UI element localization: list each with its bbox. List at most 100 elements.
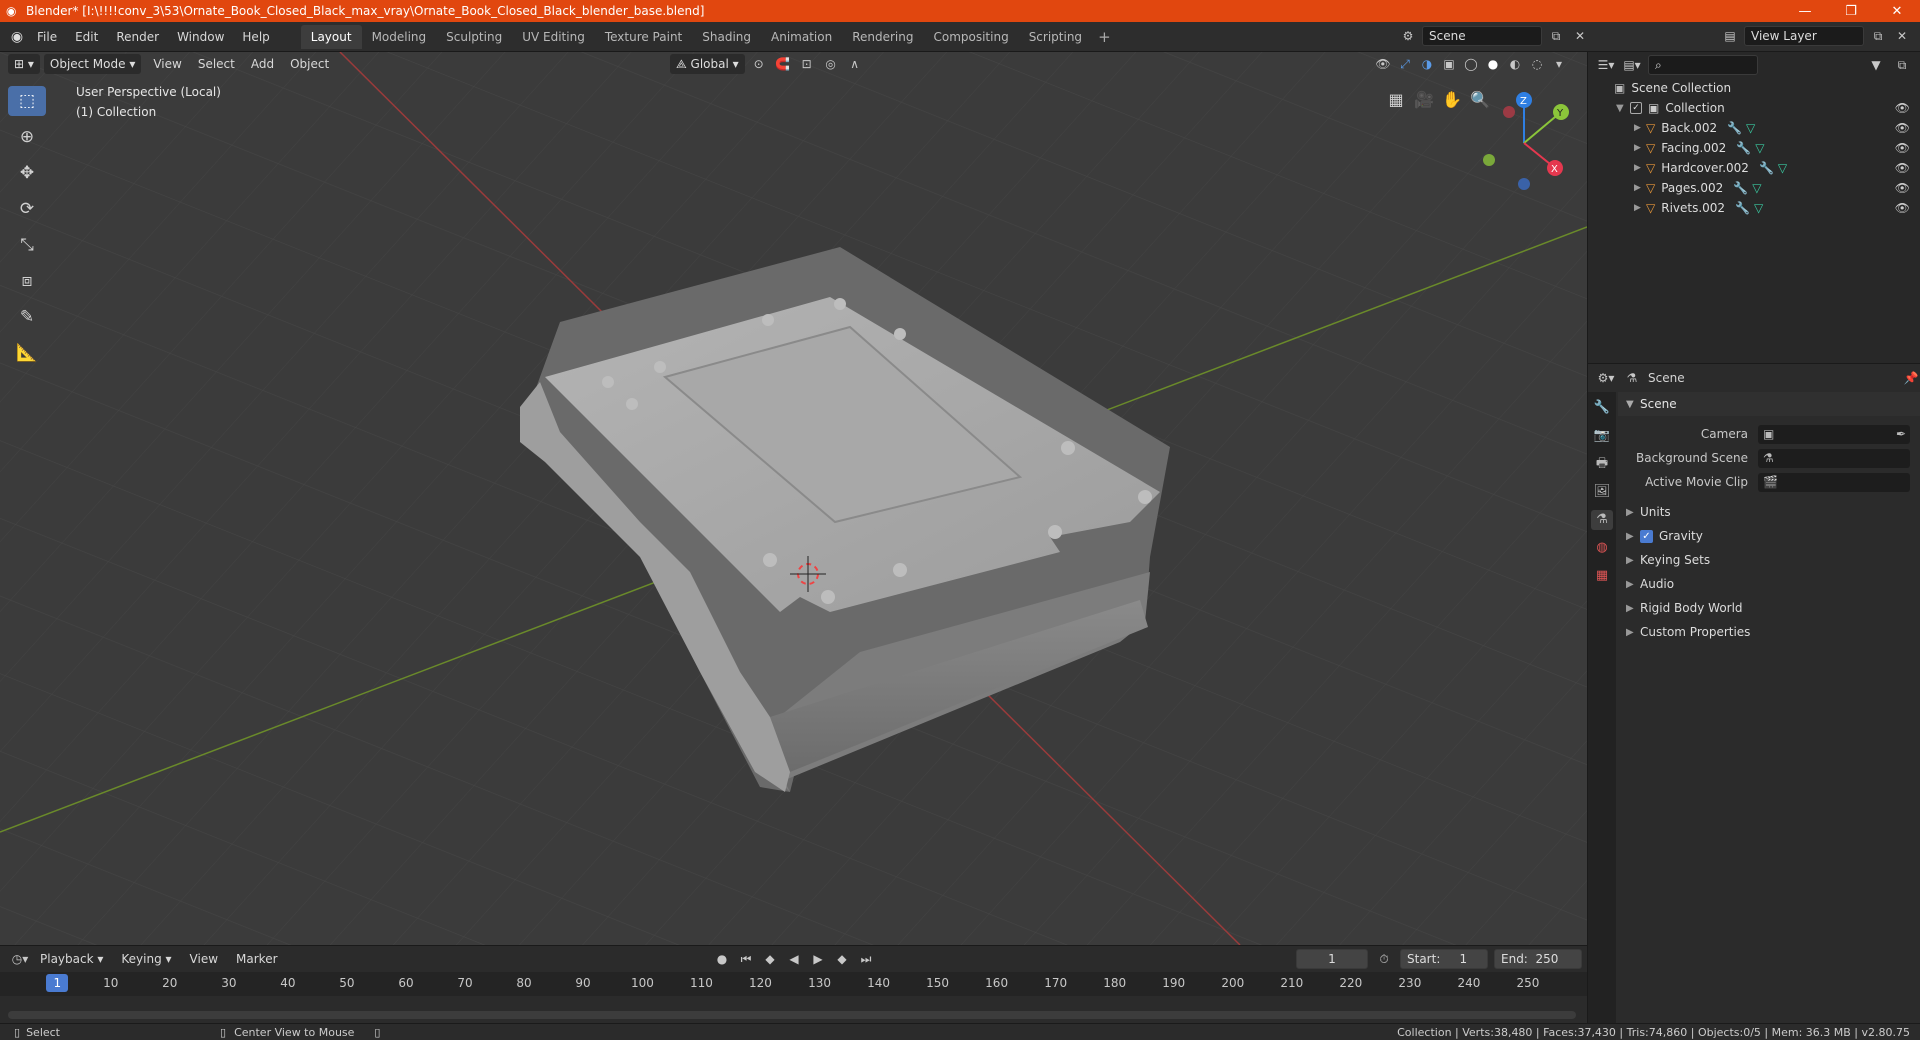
units-panel[interactable]: ▶ Units (1618, 500, 1920, 524)
eye-icon[interactable]: 👁 (1895, 181, 1910, 195)
mesh-data-icon[interactable]: ▽ (1752, 181, 1761, 195)
camera-view-icon[interactable]: 🎥 (1410, 86, 1438, 114)
editor-type-button[interactable]: ⊞ ▾ (8, 54, 40, 74)
timeline-menu-keying[interactable]: Keying ▾ (113, 952, 179, 966)
mesh-data-icon[interactable]: ▽ (1755, 141, 1764, 155)
outliner-search-input[interactable]: ⌕ (1648, 55, 1758, 75)
timeline-scrollbar[interactable] (8, 1011, 1576, 1019)
transform-tool-icon[interactable]: ⧈ (8, 266, 46, 296)
menu-help[interactable]: Help (233, 30, 278, 44)
outliner-object[interactable]: ▶ ▽ Hardcover.002 🔧 ▽ 👁 (1588, 158, 1920, 178)
menu-file[interactable]: File (28, 30, 66, 44)
outliner-object[interactable]: ▶ ▽ Facing.002 🔧 ▽ 👁 (1588, 138, 1920, 158)
next-keyframe-icon[interactable]: ◆ (832, 949, 852, 969)
eye-icon[interactable]: 👁 (1895, 141, 1910, 155)
menu-render[interactable]: Render (107, 30, 168, 44)
maximize-button[interactable]: ❐ (1828, 0, 1874, 22)
eye-icon[interactable]: 👁 (1895, 161, 1910, 175)
new-scene-icon[interactable]: ⧉ (1546, 26, 1566, 46)
record-icon[interactable]: ● (712, 949, 732, 969)
annotate-tool-icon[interactable]: ✎ (8, 302, 46, 332)
modifier-icon[interactable]: 🔧 (1733, 181, 1748, 195)
view-layer-tab-icon[interactable]: 🖼 (1591, 482, 1613, 502)
cursor-tool-icon[interactable]: ⊕ (8, 122, 46, 152)
custom-properties-panel[interactable]: ▶ Custom Properties (1618, 620, 1920, 644)
menu-window[interactable]: Window (168, 30, 233, 44)
jump-end-icon[interactable]: ⏭ (856, 949, 876, 969)
world-tab-icon[interactable]: ◍ (1591, 538, 1613, 558)
play-icon[interactable]: ▶ (808, 949, 828, 969)
render-tab-icon[interactable]: 📷 (1591, 426, 1613, 446)
start-frame-field[interactable]: Start: 1 (1400, 949, 1488, 969)
3d-viewport[interactable]: ⊞ ▾ Object Mode ▾ View Select Add Object… (0, 52, 1587, 945)
delete-scene-icon[interactable]: ✕ (1570, 26, 1590, 46)
scale-tool-icon[interactable]: ⤡ (8, 230, 46, 260)
play-reverse-icon[interactable]: ◀ (784, 949, 804, 969)
move-tool-icon[interactable]: ✥ (8, 158, 46, 188)
timer-icon[interactable]: ⏱ (1374, 949, 1394, 969)
outliner-collection[interactable]: ▼ ✓ ▣ Collection 👁 (1588, 98, 1920, 118)
outliner-object[interactable]: ▶ ▽ Rivets.002 🔧 ▽ 👁 (1588, 198, 1920, 218)
timeline-ruler[interactable]: 1 10 20 30 40 50 60 70 80 90 100 110 120 130 140 150 160… (0, 972, 1587, 996)
expand-icon[interactable]: ▶ (1634, 163, 1646, 173)
properties-editor-icon[interactable]: ⚙▾ (1596, 368, 1616, 388)
keying-sets-panel[interactable]: ▶ Keying Sets (1618, 548, 1920, 572)
modifier-icon[interactable]: 🔧 (1736, 141, 1751, 155)
expand-icon[interactable]: ▶ (1634, 183, 1646, 193)
eye-icon[interactable]: 👁 (1895, 121, 1910, 135)
modifier-icon[interactable]: 🔧 (1759, 161, 1774, 175)
outliner-editor-icon[interactable]: ☰▾ (1596, 55, 1616, 75)
camera-field[interactable]: ▣ ✒ (1758, 424, 1910, 444)
view-layer-field[interactable]: View Layer (1744, 26, 1864, 46)
toggle-perspective-icon[interactable]: ▦ (1382, 86, 1410, 114)
display-mode-icon[interactable]: ▤▾ (1622, 55, 1642, 75)
background-scene-field[interactable]: ⚗ (1758, 448, 1910, 468)
viewport-menu-object[interactable]: Object (282, 57, 337, 71)
scene-name-field[interactable]: Scene (1422, 26, 1542, 46)
outliner-object[interactable]: ▶ ▽ Pages.002 🔧 ▽ 👁 (1588, 178, 1920, 198)
rotate-tool-icon[interactable]: ⟳ (8, 194, 46, 224)
expand-icon[interactable]: ▶ (1634, 203, 1646, 213)
minimize-button[interactable]: — (1782, 0, 1828, 22)
eye-icon[interactable]: 👁 (1895, 201, 1910, 215)
viewport-menu-add[interactable]: Add (243, 57, 282, 71)
current-frame-field[interactable]: 1 (1296, 949, 1368, 969)
new-view-layer-icon[interactable]: ⧉ (1868, 26, 1888, 46)
expand-icon[interactable]: ▼ (1616, 103, 1630, 114)
close-button[interactable]: ✕ (1874, 0, 1920, 22)
expand-icon[interactable]: ▶ (1634, 123, 1646, 133)
tab-layout[interactable]: Layout (300, 24, 362, 49)
jump-start-icon[interactable]: ⏮ (736, 949, 756, 969)
tab-shading[interactable]: Shading (692, 25, 761, 49)
mesh-data-icon[interactable]: ▽ (1778, 161, 1787, 175)
tab-uv-editing[interactable]: UV Editing (512, 25, 595, 49)
tab-modeling[interactable]: Modeling (362, 25, 437, 49)
measure-tool-icon[interactable]: 📐 (8, 338, 46, 368)
scene-panel-header[interactable]: ▼ Scene (1618, 392, 1920, 416)
viewport-menu-view[interactable]: View (145, 57, 189, 71)
new-collection-icon[interactable]: ⧉ (1892, 55, 1912, 75)
modifier-icon[interactable]: 🔧 (1727, 121, 1742, 135)
tab-sculpting[interactable]: Sculpting (436, 25, 512, 49)
tab-compositing[interactable]: Compositing (923, 25, 1018, 49)
mode-dropdown[interactable]: Object Mode ▾ (43, 54, 142, 74)
tab-scripting[interactable]: Scripting (1019, 25, 1092, 49)
scene-tab-icon[interactable]: ⚗ (1591, 510, 1613, 530)
delete-view-layer-icon[interactable]: ✕ (1892, 26, 1912, 46)
navigation-gizmo[interactable]: Z Y X (1469, 88, 1579, 198)
timeline-menu-playback[interactable]: Playback ▾ (32, 952, 111, 966)
gravity-panel[interactable]: ▶ ✓ Gravity (1618, 524, 1920, 548)
movie-clip-field[interactable]: 🎬 (1758, 472, 1910, 492)
texture-tab-icon[interactable]: ▦ (1591, 566, 1613, 586)
add-workspace-button[interactable]: + (1092, 28, 1117, 46)
select-box-tool-icon[interactable]: ⬚ (8, 86, 46, 116)
tab-rendering[interactable]: Rendering (842, 25, 923, 49)
scene-icon[interactable]: ⚙ (1398, 26, 1418, 46)
outliner-scene-collection[interactable]: ▣ Scene Collection (1588, 78, 1920, 98)
viewport-menu-select[interactable]: Select (190, 57, 243, 71)
output-tab-icon[interactable]: 🖶 (1591, 454, 1613, 474)
filter-icon[interactable]: ▼ (1866, 55, 1886, 75)
timeline-editor-icon[interactable]: ◷▾ (10, 949, 30, 969)
outliner-object[interactable]: ▶ ▽ Back.002 🔧 ▽ 👁 (1588, 118, 1920, 138)
menu-edit[interactable]: Edit (66, 30, 107, 44)
